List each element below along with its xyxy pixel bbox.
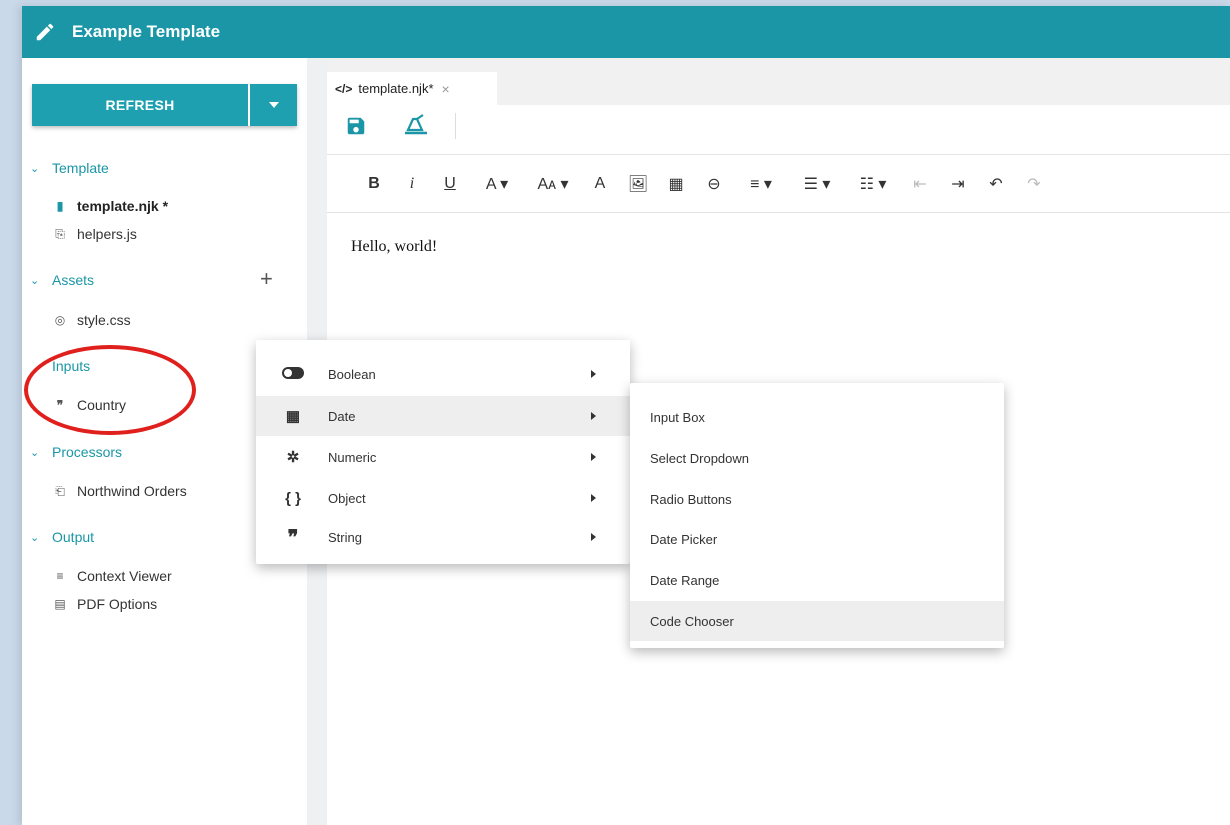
document-content[interactable]: Hello, world!: [351, 238, 437, 256]
insert-link-button[interactable]: ⊖: [697, 169, 731, 199]
insert-image-button[interactable]: 🖼: [621, 169, 655, 199]
app-header: Example Template: [22, 6, 1230, 58]
date-submenu: Input Box Select Dropdown Radio Buttons …: [630, 383, 1004, 648]
section-processors[interactable]: ⌄ Processors: [30, 444, 122, 460]
chevron-right-icon: [591, 453, 596, 461]
outdent-button[interactable]: ⇤: [903, 169, 937, 199]
menu-item-label: Date: [328, 408, 356, 424]
file-icon: ▮: [56, 199, 64, 213]
section-label: Assets: [52, 272, 95, 288]
annotation-circle: [24, 345, 196, 435]
refresh-split-button: REFRESH: [32, 84, 297, 126]
tree-item-northwind-orders[interactable]: ⎗ Northwind Orders: [52, 483, 187, 499]
tree-item-label: Context Viewer: [77, 568, 172, 584]
tree-item-label: template.njk *: [77, 198, 169, 214]
save-icon[interactable]: [345, 115, 367, 137]
app-window: Example Template REFRESH ⌄ Template ▮ te…: [22, 6, 1230, 825]
redo-button[interactable]: ↷: [1017, 169, 1051, 199]
tree-item-label: style.css: [77, 312, 131, 328]
chevron-down-icon: [268, 102, 279, 108]
script-icon: ⎘: [55, 226, 65, 241]
chevron-right-icon: [591, 412, 596, 420]
align-button[interactable]: ≡ ▾: [735, 169, 787, 199]
chevron-right-icon: [591, 370, 596, 378]
chevron-down-icon: ⌄: [30, 531, 40, 544]
quote-icon: ❞: [287, 526, 299, 549]
menu-item-boolean[interactable]: Boolean: [256, 354, 630, 394]
app-title: Example Template: [72, 22, 221, 41]
section-label: Output: [52, 529, 95, 545]
menu-item-numeric[interactable]: ✲ Numeric: [256, 437, 630, 477]
menu-item-label: String: [328, 529, 362, 545]
chevron-down-icon: ⌄: [30, 446, 40, 459]
edit-icon[interactable]: [34, 21, 56, 43]
toolbar-separator: [455, 113, 456, 139]
palette-icon: ◎: [54, 313, 66, 327]
add-asset-icon[interactable]: +: [260, 266, 273, 292]
submenu-item-radio-buttons[interactable]: Radio Buttons: [630, 479, 1004, 519]
chevron-right-icon: [591, 494, 596, 502]
tree-item-helpers-js[interactable]: ⎘ helpers.js: [52, 226, 137, 242]
tree-item-style-css[interactable]: ◎ style.css: [52, 312, 131, 328]
close-icon[interactable]: ×: [442, 81, 450, 97]
indent-button[interactable]: ⇥: [941, 169, 975, 199]
submenu-item-date-picker[interactable]: Date Picker: [630, 519, 1004, 559]
processor-icon: ⎗: [55, 483, 65, 498]
section-output[interactable]: ⌄ Output: [30, 529, 94, 545]
underline-button[interactable]: U: [433, 169, 467, 199]
bold-button[interactable]: B: [357, 169, 391, 199]
calendar-icon: ▦: [285, 408, 301, 425]
submenu-item-input-box[interactable]: Input Box: [630, 397, 1004, 437]
lines-icon: ≡: [56, 569, 64, 583]
highlight-button[interactable]: A: [583, 169, 617, 199]
section-assets[interactable]: ⌄ Assets: [30, 272, 94, 288]
tree-item-context-viewer[interactable]: ≡ Context Viewer: [52, 568, 172, 584]
font-color-button[interactable]: A ▾: [471, 169, 523, 199]
section-template[interactable]: ⌄ Template: [30, 160, 109, 176]
menu-item-date[interactable]: ▦ Date: [256, 396, 630, 436]
insert-input-menu: Boolean ▦ Date ✲ Numeric { } Object ❞ St…: [256, 340, 630, 564]
font-size-button[interactable]: Aᴀ ▾: [527, 169, 579, 199]
tree-item-label: PDF Options: [77, 596, 158, 612]
submenu-item-select-dropdown[interactable]: Select Dropdown: [630, 438, 1004, 478]
chevron-down-icon: ⌄: [30, 162, 40, 175]
insert-table-button[interactable]: ▦: [659, 169, 693, 199]
italic-button[interactable]: i: [395, 169, 429, 199]
chevron-down-icon: ⌄: [30, 274, 40, 287]
tree-item-template-njk[interactable]: ▮ template.njk *: [52, 198, 168, 214]
file-toolbar: [327, 105, 1230, 155]
menu-item-object[interactable]: { } Object: [256, 478, 630, 518]
tree-item-label: helpers.js: [77, 226, 137, 242]
section-label: Template: [52, 160, 109, 176]
hash-icon: ✲: [286, 449, 300, 466]
clean-format-icon[interactable]: [401, 113, 431, 137]
braces-icon: { }: [285, 489, 301, 507]
tree-item-label: Northwind Orders: [77, 483, 187, 499]
tab-label: template.njk*: [358, 81, 434, 96]
menu-item-label: Boolean: [328, 366, 376, 382]
menu-item-string[interactable]: ❞ String: [256, 517, 630, 557]
numbered-list-button[interactable]: ☰ ▾: [791, 169, 843, 199]
code-icon: </>: [335, 81, 353, 96]
bullet-list-button[interactable]: ☷ ▾: [847, 169, 899, 199]
submenu-item-code-chooser[interactable]: Code Chooser: [630, 601, 1004, 641]
menu-item-label: Object: [328, 490, 366, 506]
menu-item-label: Numeric: [328, 449, 377, 465]
toggle-icon: [278, 366, 308, 383]
tree-item-pdf-options[interactable]: ▤ PDF Options: [52, 596, 157, 612]
refresh-dropdown-button[interactable]: [248, 84, 297, 126]
undo-button[interactable]: ↶: [979, 169, 1013, 199]
tab-template-njk[interactable]: </> template.njk* ×: [327, 72, 497, 105]
submenu-item-date-range[interactable]: Date Range: [630, 560, 1004, 600]
section-label: Processors: [52, 444, 123, 460]
pdf-icon: ▤: [54, 597, 66, 611]
tab-strip: </> template.njk* ×: [327, 58, 1230, 105]
format-toolbar: B i U A ▾ Aᴀ ▾ A 🖼 ▦ ⊖ ≡ ▾ ☰ ▾ ☷ ▾ ⇤ ⇥ ↶…: [327, 155, 1230, 213]
refresh-button[interactable]: REFRESH: [32, 84, 248, 126]
chevron-right-icon: [591, 533, 596, 541]
